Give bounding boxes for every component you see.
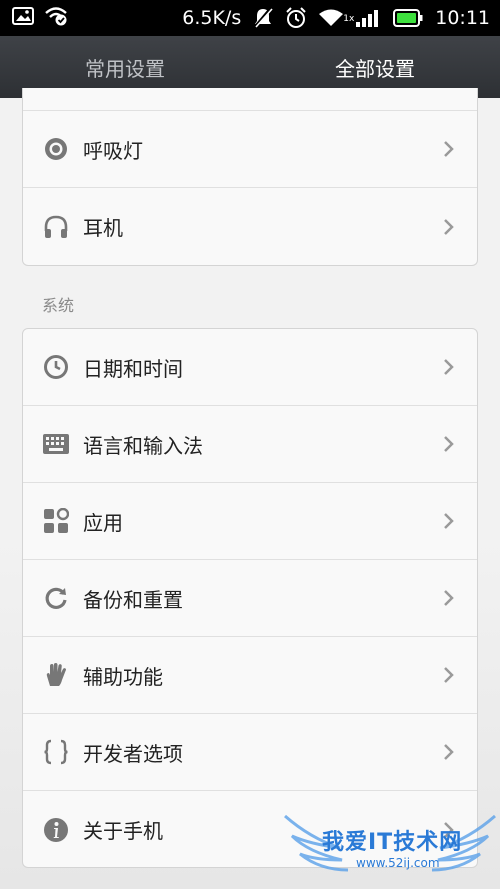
alarm-icon xyxy=(285,7,307,29)
info-icon xyxy=(43,817,69,843)
settings-item-label: 备份和重置 xyxy=(83,587,183,612)
settings-card-top: 呼吸灯 耳机 xyxy=(22,88,478,266)
settings-item-label: 语言和输入法 xyxy=(83,433,203,458)
wifi-check-notification-icon xyxy=(44,6,68,30)
tab-label: 全部设置 xyxy=(335,56,415,81)
backup-icon xyxy=(43,585,69,611)
settings-item-apps[interactable]: 应用 xyxy=(23,483,477,560)
wifi-icon xyxy=(319,9,344,27)
chevron-right-icon xyxy=(444,667,454,683)
apps-icon xyxy=(43,508,69,534)
settings-item-backup-reset[interactable]: 备份和重置 xyxy=(23,560,477,637)
settings-item-label: 开发者选项 xyxy=(83,741,183,766)
chevron-right-icon xyxy=(444,513,454,529)
headphones-icon xyxy=(43,214,69,240)
gallery-notification-icon xyxy=(12,6,34,30)
battery-icon xyxy=(393,9,423,27)
settings-item-label: 呼吸灯 xyxy=(83,138,143,163)
braces-icon xyxy=(43,739,69,765)
keyboard-icon xyxy=(43,431,69,457)
settings-item-headphones[interactable]: 耳机 xyxy=(23,188,477,265)
scrolled-row-remnant xyxy=(23,88,477,111)
settings-item-label: 应用 xyxy=(83,510,123,535)
watermark-url: www.52ij.com xyxy=(356,856,440,870)
settings-item-language-input[interactable]: 语言和输入法 xyxy=(23,406,477,483)
chevron-right-icon xyxy=(444,218,454,235)
network-speed: 6.5K/s xyxy=(182,7,242,29)
chevron-right-icon xyxy=(444,436,454,452)
settings-item-label: 辅助功能 xyxy=(83,664,163,689)
settings-item-date-time[interactable]: 日期和时间 xyxy=(23,329,477,406)
settings-item-label: 关于手机 xyxy=(83,819,163,843)
settings-item-accessibility[interactable]: 辅助功能 xyxy=(23,637,477,714)
settings-item-breathing-light[interactable]: 呼吸灯 xyxy=(23,111,477,188)
settings-item-label: 日期和时间 xyxy=(83,356,183,381)
hand-icon xyxy=(43,662,69,688)
settings-item-developer-options[interactable]: 开发者选项 xyxy=(23,714,477,791)
tab-label: 常用设置 xyxy=(85,56,165,81)
section-title-system: 系统 xyxy=(42,296,75,315)
clock-icon xyxy=(43,354,69,380)
site-watermark: 我爱IT技术网 www.52ij.com xyxy=(280,808,500,889)
watermark-title: 我爱IT技术网 xyxy=(322,830,463,855)
cell-signal-icon: 1x xyxy=(343,8,381,28)
settings-card-system: 日期和时间 语言和输入法 应用 备份和重置 辅助功能 开发者选项 关于手机 xyxy=(22,328,478,868)
mute-notification-icon xyxy=(253,7,273,29)
status-time: 10:11 xyxy=(435,7,490,29)
settings-item-label: 耳机 xyxy=(83,216,123,240)
status-bar: 6.5K/s 1x 10:11 xyxy=(0,0,500,36)
chevron-right-icon xyxy=(444,359,454,375)
signal-label: 1x xyxy=(343,14,355,24)
chevron-right-icon xyxy=(444,590,454,606)
breathing-light-icon xyxy=(43,136,69,162)
chevron-right-icon xyxy=(444,141,454,157)
chevron-right-icon xyxy=(444,744,454,760)
